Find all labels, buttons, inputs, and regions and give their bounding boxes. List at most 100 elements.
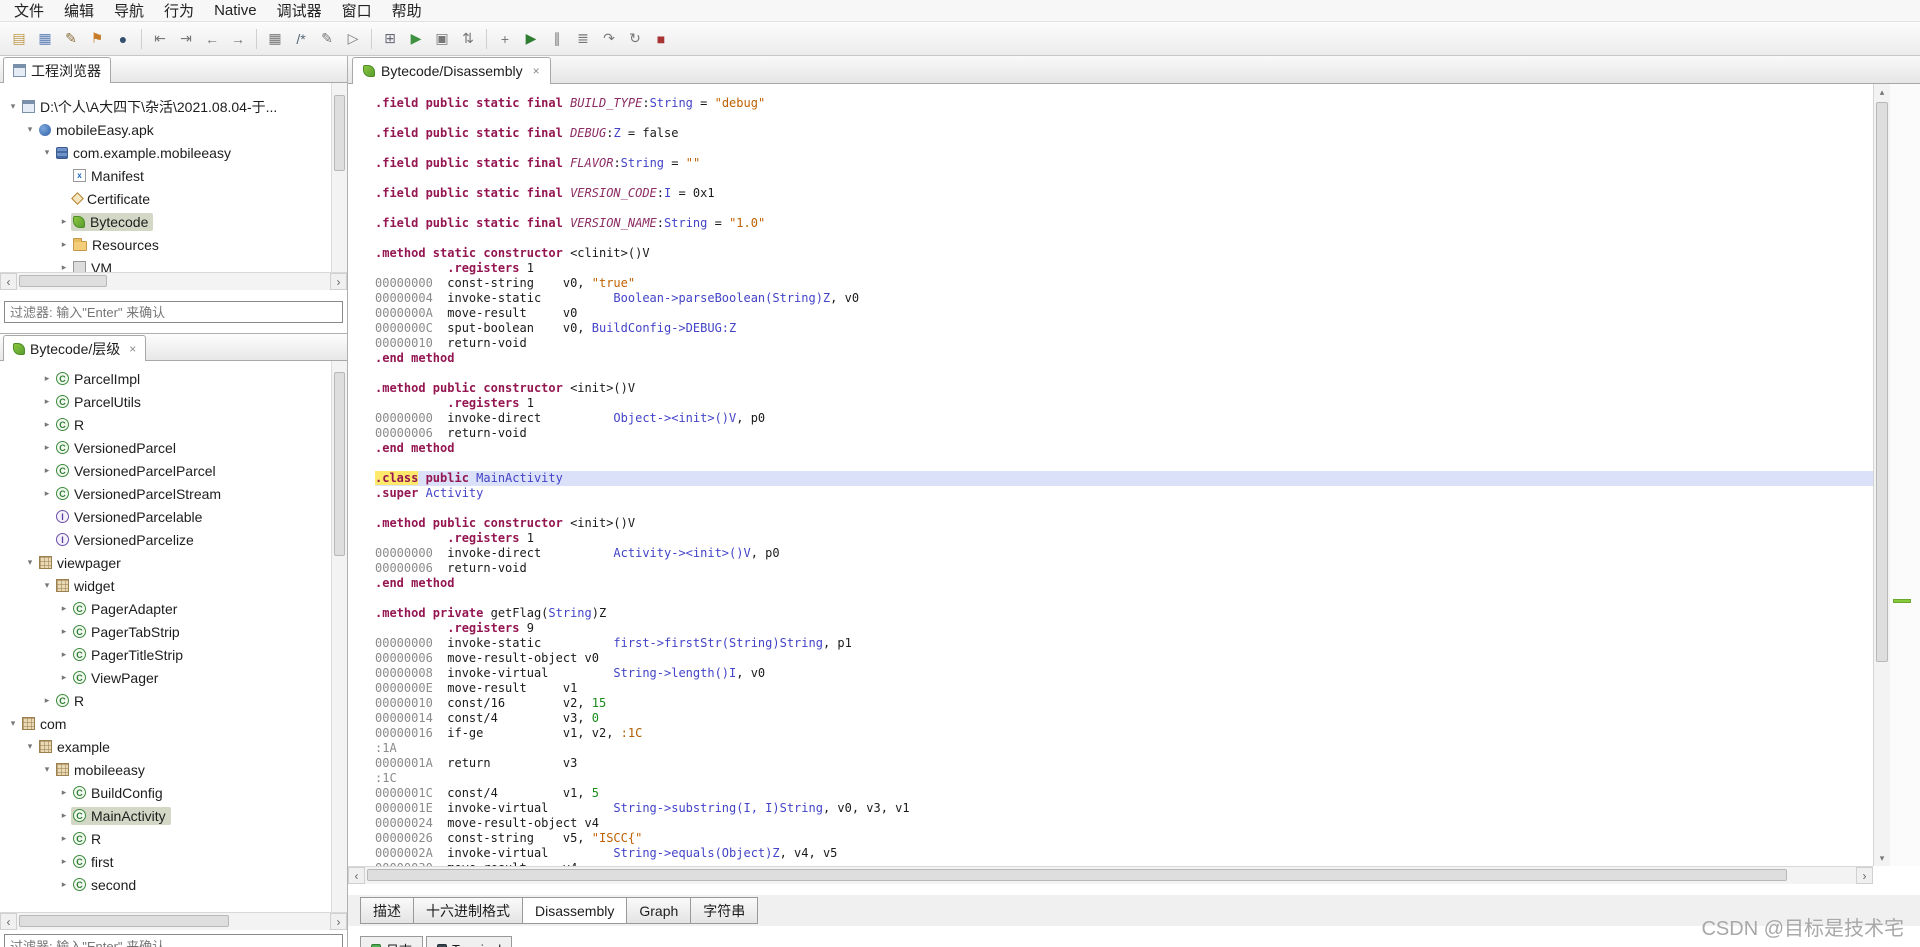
tree-item-r[interactable]: ▸CR <box>0 413 329 436</box>
code-line[interactable]: 00000010 return-void <box>375 336 1873 351</box>
code-line[interactable]: 0000001E invoke-virtual String->substrin… <box>375 801 1873 816</box>
tree-item-mobileeasy[interactable]: ▾mobileeasy <box>0 758 329 781</box>
rename-icon[interactable]: ✎ <box>315 27 339 51</box>
code-line[interactable]: .end method <box>375 351 1873 366</box>
editor-hscrollbar[interactable]: ‹ › <box>348 866 1873 884</box>
tree-item-viewpager[interactable]: ▸CViewPager <box>0 666 329 689</box>
menu-item-导航[interactable]: 导航 <box>104 0 154 23</box>
collapse-arrow-icon[interactable]: ▾ <box>23 124 37 135</box>
expand-arrow-icon[interactable]: ▸ <box>40 396 54 407</box>
expand-arrow-icon[interactable]: ▸ <box>57 262 71 272</box>
view-tab-graph[interactable]: Graph <box>626 897 691 924</box>
code-line[interactable]: 00000006 move-result-object v0 <box>375 651 1873 666</box>
code-line[interactable]: 0000000E move-result v1 <box>375 681 1873 696</box>
code-line[interactable]: .registers 1 <box>375 531 1873 546</box>
expand-arrow-icon[interactable]: ▸ <box>57 603 71 614</box>
globe-icon[interactable]: ● <box>111 27 135 51</box>
code-line[interactable]: .field public static final DEBUG:Z = fal… <box>375 126 1873 141</box>
menu-item-帮助[interactable]: 帮助 <box>382 0 432 23</box>
project-tree-vscrollbar[interactable] <box>331 83 347 272</box>
code-line[interactable] <box>375 366 1873 381</box>
scrollbar-thumb[interactable] <box>19 275 107 287</box>
code-line[interactable]: .end method <box>375 441 1873 456</box>
code-line[interactable]: 00000010 const/16 v2, 15 <box>375 696 1873 711</box>
tree-item-parcelutils[interactable]: ▸CParcelUtils <box>0 390 329 413</box>
terminate-icon[interactable]: ■ <box>649 27 673 51</box>
collapse-arrow-icon[interactable]: ▾ <box>23 557 37 568</box>
tree-item-example[interactable]: ▾example <box>0 735 329 758</box>
expand-arrow-icon[interactable]: ▸ <box>57 239 71 250</box>
code-line[interactable] <box>375 456 1873 471</box>
code-line[interactable]: 0000001C const/4 v1, 5 <box>375 786 1873 801</box>
tree-item-pagertitlestrip[interactable]: ▸CPagerTitleStrip <box>0 643 329 666</box>
tree-item-mainactivity[interactable]: ▸CMainActivity <box>0 804 329 827</box>
code-line[interactable]: :1C <box>375 771 1873 786</box>
code-line[interactable]: 00000000 invoke-static first->firstStr(S… <box>375 636 1873 651</box>
close-tab-icon[interactable]: × <box>533 64 540 78</box>
overview-marker-green[interactable] <box>1893 599 1911 603</box>
code-line[interactable]: 0000001A return v3 <box>375 756 1873 771</box>
flag-icon[interactable]: ⚑ <box>85 27 109 51</box>
close-tab-icon[interactable]: × <box>129 342 136 356</box>
code-line[interactable] <box>375 171 1873 186</box>
add-icon[interactable]: + <box>493 27 517 51</box>
code-line[interactable]: .method public constructor <init>()V <box>375 381 1873 396</box>
expand-arrow-icon[interactable]: ▸ <box>57 649 71 660</box>
matrix-icon[interactable]: ⊞ <box>378 27 402 51</box>
scrollbar-thumb[interactable] <box>19 915 229 927</box>
code-line[interactable]: .field public static final VERSION_CODE:… <box>375 186 1873 201</box>
project-tree-hscrollbar[interactable]: ‹ › <box>0 272 347 290</box>
tree-item-bytecode[interactable]: ▸Bytecode <box>0 210 329 233</box>
collapse-arrow-icon[interactable]: ▾ <box>40 764 54 775</box>
collapse-arrow-icon[interactable]: ▾ <box>40 580 54 591</box>
refresh-icon[interactable]: ↻ <box>623 27 647 51</box>
code-line[interactable]: .field public static final BUILD_TYPE:St… <box>375 96 1873 111</box>
tree-item-resources[interactable]: ▸Resources <box>0 233 329 256</box>
menu-item-native[interactable]: Native <box>204 0 267 21</box>
tree-item-versionedparcelstream[interactable]: ▸CVersionedParcelStream <box>0 482 329 505</box>
code-line[interactable]: 0000000C sput-boolean v0, BuildConfig->D… <box>375 321 1873 336</box>
code-line[interactable]: .method static constructor <clinit>()V <box>375 246 1873 261</box>
scroll-left-icon[interactable]: ‹ <box>348 867 365 884</box>
tree-item-versionedparcelparcel[interactable]: ▸CVersionedParcelParcel <box>0 459 329 482</box>
hierarchy-tree-vscrollbar[interactable] <box>331 361 347 912</box>
expand-arrow-icon[interactable]: ▸ <box>57 856 71 867</box>
project-filter-input[interactable] <box>4 301 343 323</box>
code-line[interactable]: .method public constructor <init>()V <box>375 516 1873 531</box>
duplicate-icon[interactable]: ▣ <box>430 27 454 51</box>
expand-arrow-icon[interactable]: ▸ <box>40 695 54 706</box>
tab-bytecode-disassembly[interactable]: Bytecode/Disassembly × <box>352 57 551 84</box>
code-line[interactable]: 00000000 const-string v0, "true" <box>375 276 1873 291</box>
expand-arrow-icon[interactable]: ▸ <box>57 216 71 227</box>
open-project-icon[interactable]: ▤ <box>7 27 31 51</box>
code-line[interactable]: .end method <box>375 576 1873 591</box>
tree-item-com-example-mobileeasy[interactable]: ▾com.example.mobileeasy <box>0 141 329 164</box>
view-tab-disassembly[interactable]: Disassembly <box>522 897 627 924</box>
code-line[interactable]: 00000024 move-result-object v4 <box>375 816 1873 831</box>
scroll-up-icon[interactable]: ▴ <box>1874 84 1890 100</box>
code-line[interactable]: 00000014 const/4 v3, 0 <box>375 711 1873 726</box>
tree-item-widget[interactable]: ▾widget <box>0 574 329 597</box>
jump-start-icon[interactable]: ⇤ <box>148 27 172 51</box>
code-line[interactable]: :1A <box>375 741 1873 756</box>
pause-icon[interactable]: ∥ <box>545 27 569 51</box>
menu-item-调试器[interactable]: 调试器 <box>267 0 332 23</box>
code-line[interactable]: 00000004 invoke-static Boolean->parseBoo… <box>375 291 1873 306</box>
expand-arrow-icon[interactable]: ▸ <box>40 488 54 499</box>
tree-item-parcelimpl[interactable]: ▸CParcelImpl <box>0 367 329 390</box>
hierarchy-filter-input[interactable] <box>4 934 343 947</box>
tree-item-versionedparcelable[interactable]: IVersionedParcelable <box>0 505 329 528</box>
code-line[interactable]: 00000006 return-void <box>375 426 1873 441</box>
scrollbar-thumb[interactable] <box>367 869 1787 881</box>
editor-vscrollbar[interactable]: ▴ ▾ <box>1873 84 1890 866</box>
code-line[interactable]: .field public static final FLAVOR:String… <box>375 156 1873 171</box>
tree-item-mobileeasy-apk[interactable]: ▾mobileEasy.apk <box>0 118 329 141</box>
code-line[interactable]: .super Activity <box>375 486 1873 501</box>
view-tab-十六进制格式[interactable]: 十六进制格式 <box>413 897 523 924</box>
tree-item-certificate[interactable]: Certificate <box>0 187 329 210</box>
expand-arrow-icon[interactable]: ▸ <box>40 442 54 453</box>
menu-item-窗口[interactable]: 窗口 <box>332 0 382 23</box>
code-line[interactable]: 00000000 invoke-direct Object-><init>()V… <box>375 411 1873 426</box>
code-line[interactable] <box>375 201 1873 216</box>
code-line[interactable] <box>375 501 1873 516</box>
